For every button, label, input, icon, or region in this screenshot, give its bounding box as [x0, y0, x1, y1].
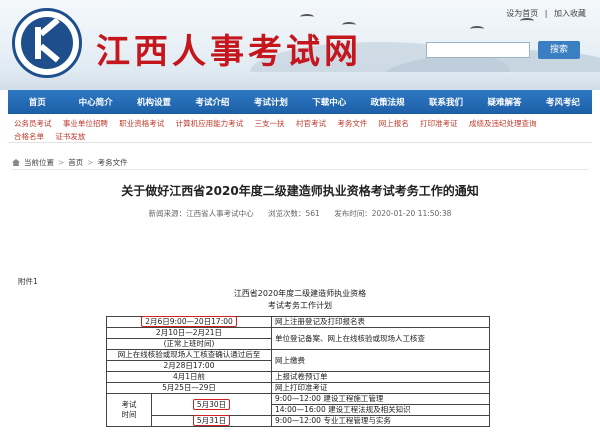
bird-icon: [470, 26, 484, 32]
highlight-box: 2月6日9:00—20日17:00: [141, 316, 237, 327]
table-row: 4月1日前 上报试卷预订单: [106, 371, 490, 383]
article-time: 发布时间：2020-01-20 11:50:38: [334, 209, 452, 218]
exam-label: 考试: [121, 400, 137, 409]
article-meta: 新闻来源：江西省人事考试中心 浏览次数：561 发布时间：2020-01-20 …: [0, 208, 600, 219]
subnav-item[interactable]: 成绩及违纪处理查询: [469, 119, 537, 128]
subnav-item[interactable]: 计算机应用能力考试: [176, 119, 244, 128]
subnav-item[interactable]: 职业资格考试: [119, 119, 164, 128]
nav-item-home[interactable]: 首页: [8, 96, 66, 108]
subnav-item[interactable]: 考务文件: [337, 119, 367, 128]
article-views: 浏览次数：561: [268, 209, 320, 218]
subnav-item[interactable]: 网上报名: [379, 119, 409, 128]
nav-item-about[interactable]: 中心简介: [66, 96, 124, 108]
table-row: 2月10日—2月21日 单位登记备案、网上在线核验或现场人工核查: [106, 327, 490, 350]
nav-item-downloads[interactable]: 下载中心: [300, 96, 358, 108]
set-homepage-link[interactable]: 设为首页: [506, 9, 538, 18]
doc-subtitle: 考试考务工作计划: [268, 301, 332, 310]
nav-item-exam-intro[interactable]: 考试介绍: [183, 96, 241, 108]
breadcrumb-category-link[interactable]: 考务文件: [98, 157, 128, 168]
highlight-box: 5月31日: [192, 415, 231, 426]
site-title: 江西人事考试网: [96, 32, 362, 72]
exam-plan-table: 2月6日9:00—20日17:00 网上注册登记及打印报名表 2月10日—2月2…: [106, 316, 490, 427]
table-row: 考试 时间 5月30日 9:00—12:00 建设工程施工管理: [106, 393, 490, 427]
table-row: 5月31日 9:00—12:00 专业工程管理与实务: [107, 415, 490, 427]
breadcrumb-label: 当前位置: [24, 158, 54, 167]
subnav-item[interactable]: 公务员考试: [14, 119, 52, 128]
table-row: 5月25日—29日 网上打印准考证: [106, 382, 490, 394]
main-nav: 首页 中心简介 机构设置 考试介绍 考试计划 下载中心 政策法规 联系我们 疑难…: [8, 90, 592, 114]
exam-label: 时间: [121, 410, 137, 419]
nav-item-policies[interactable]: 政策法规: [358, 96, 416, 108]
table-row: 2月6日9:00—20日17:00 网上注册登记及打印报名表: [106, 316, 490, 328]
subnav-item[interactable]: 事业单位招聘: [63, 119, 108, 128]
breadcrumb-home-link[interactable]: 首页: [68, 157, 83, 168]
subnav-item[interactable]: 打印准考证: [420, 119, 458, 128]
top-links: 设为首页 | 加入收藏: [506, 9, 586, 18]
breadcrumb: 当前位置 > 首页 > 考务文件: [12, 156, 588, 170]
nav-item-contact[interactable]: 联系我们: [417, 96, 475, 108]
doc-title: 江西省2020年度二级建造师执业资格: [233, 289, 367, 298]
logo-emblem-icon: [21, 17, 73, 69]
subnav-item[interactable]: 证书发放: [55, 132, 85, 141]
subnav-item[interactable]: 村官考试: [296, 119, 326, 128]
subnav-item[interactable]: 合格名单: [14, 132, 44, 141]
article-source: 新闻来源：江西省人事考试中心: [148, 209, 254, 218]
search-input[interactable]: [426, 42, 530, 58]
nav-item-exam-plan[interactable]: 考试计划: [242, 96, 300, 108]
highlight-box: 5月30日: [192, 398, 231, 410]
bird-icon: [300, 14, 314, 20]
add-favorite-link[interactable]: 加入收藏: [554, 9, 586, 18]
nav-item-faq[interactable]: 疑难解答: [475, 96, 533, 108]
attachment-label: 附件1: [18, 277, 38, 286]
sub-nav: 公务员考试 事业单位招聘 职业资格考试 计算机应用能力考试 三支一扶 村官考试 …: [8, 117, 592, 143]
subnav-item[interactable]: 三支一扶: [255, 119, 285, 128]
nav-item-organization[interactable]: 机构设置: [125, 96, 183, 108]
table-row: 网上在线核验或现场人工核查确认通过后至 网上缴费: [106, 349, 490, 372]
article-title: 关于做好江西省2020年度二级建造师执业资格考试考务工作的通知: [121, 184, 479, 198]
home-icon: [12, 159, 20, 166]
site-logo[interactable]: [12, 8, 82, 78]
header-banner: 江西人事考试网 设为首页 | 加入收藏 搜索: [0, 0, 600, 90]
search-button[interactable]: 搜索: [538, 41, 580, 59]
banner-water: [0, 72, 600, 90]
nav-item-discipline[interactable]: 考风考纪: [534, 96, 592, 108]
